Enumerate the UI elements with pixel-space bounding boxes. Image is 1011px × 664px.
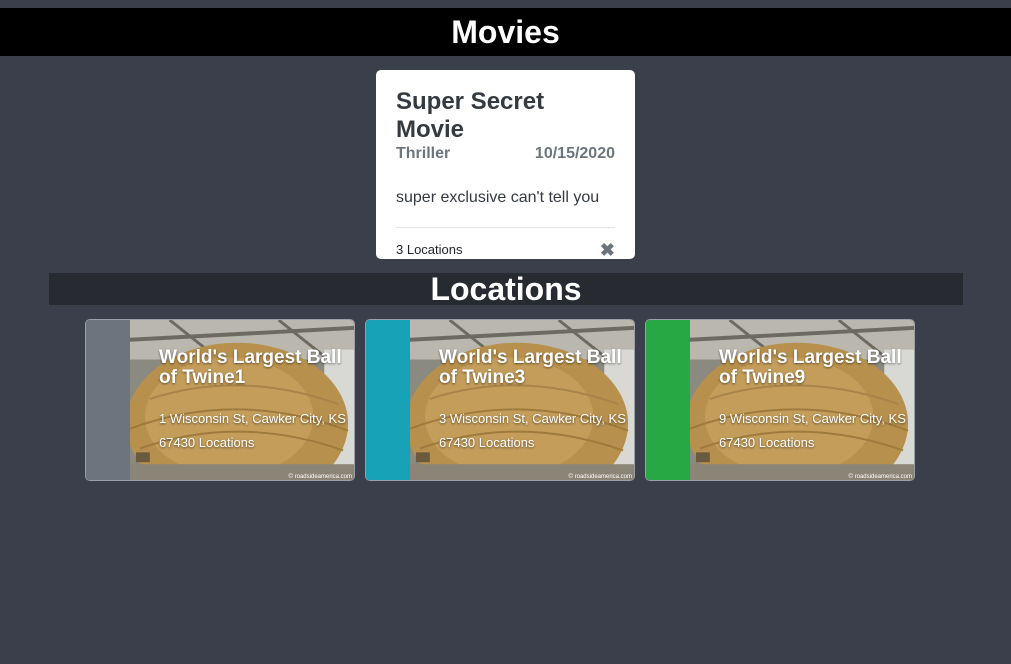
movie-divider — [396, 227, 615, 228]
close-icon[interactable]: ✖ — [600, 241, 615, 259]
location-accent — [366, 320, 410, 480]
location-title: World's Largest Ball of Twine3 — [439, 347, 622, 388]
location-address: 1 Wisconsin St, Cawker City, KS 67430 Lo… — [159, 411, 346, 450]
location-card[interactable]: World's Largest Ball of Twine3 3 Wiscons… — [365, 319, 635, 481]
movie-subtitle-row: Thriller 10/15/2020 — [396, 145, 615, 163]
location-address: 9 Wisconsin St, Cawker City, KS 67430 Lo… — [719, 411, 906, 450]
page-header: Movies — [0, 8, 1011, 56]
location-title: World's Largest Ball of Twine9 — [719, 347, 902, 388]
locations-title: Locations — [430, 271, 582, 307]
location-accent — [86, 320, 130, 480]
top-strip — [0, 0, 1011, 8]
page-title: Movies — [451, 14, 560, 50]
locations-count: 3 Locations — [396, 242, 463, 257]
movie-card[interactable]: Super Secret Movie Thriller 10/15/2020 s… — [376, 70, 635, 259]
photo-credit: © roadsideamerica.com — [288, 474, 352, 480]
movie-date: 10/15/2020 — [534, 145, 615, 162]
photo-credit: © roadsideamerica.com — [848, 474, 912, 480]
twine-ball-photo — [410, 320, 634, 480]
twine-ball-photo — [690, 320, 914, 480]
location-card[interactable]: World's Largest Ball of Twine1 1 Wiscons… — [85, 319, 355, 481]
movie-genre: Thriller — [396, 145, 451, 162]
movie-description: super exclusive can't tell you — [396, 189, 600, 206]
location-card[interactable]: World's Largest Ball of Twine9 9 Wiscons… — [645, 319, 915, 481]
twine-ball-photo — [130, 320, 354, 480]
photo-credit: © roadsideamerica.com — [568, 474, 632, 480]
location-title: World's Largest Ball of Twine1 — [159, 347, 342, 388]
locations-header: Locations — [49, 273, 963, 305]
location-address: 3 Wisconsin St, Cawker City, KS 67430 Lo… — [439, 411, 626, 450]
movie-footer: 3 Locations ✖ — [396, 241, 615, 259]
location-accent — [646, 320, 690, 480]
movie-title: Super Secret Movie — [396, 88, 545, 143]
